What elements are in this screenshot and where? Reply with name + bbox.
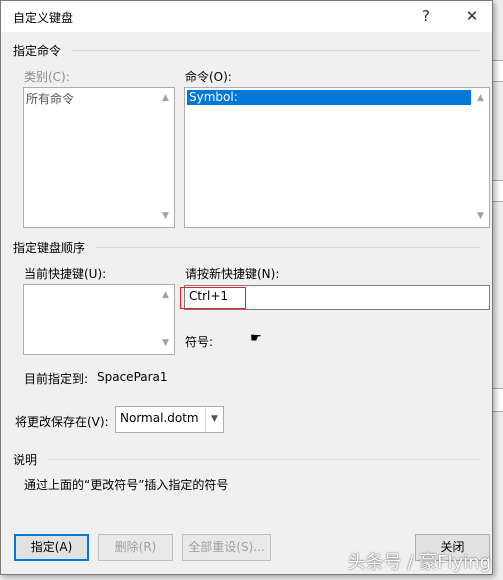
scroll-down-icon[interactable]: ▼ bbox=[157, 208, 174, 225]
background-field bbox=[492, 180, 503, 202]
description-text: 通过上面的“更改符号”插入指定的符号 bbox=[24, 478, 229, 492]
assign-button[interactable]: 指定(A) bbox=[14, 534, 89, 561]
group-divider bbox=[71, 50, 481, 51]
title-bar: 自定义键盘 ? ✕ bbox=[1, 1, 492, 32]
background-field bbox=[492, 60, 503, 82]
close-icon[interactable]: ✕ bbox=[457, 5, 487, 27]
save-in-select[interactable]: Normal.dotm ▼ bbox=[115, 406, 224, 433]
customize-keyboard-dialog: 自定义键盘 ? ✕ 指定命令 类别(C): 所有命令 ▲ ▼ 命令(O): Sy… bbox=[0, 0, 493, 575]
background-field bbox=[492, 388, 503, 412]
category-listbox[interactable]: 所有命令 ▲ ▼ bbox=[23, 87, 175, 228]
save-in-label: 将更改保存在(V): bbox=[15, 415, 109, 429]
command-group-title: 指定命令 bbox=[13, 44, 62, 58]
current-keys-label: 当前快捷键(U): bbox=[24, 267, 107, 281]
scroll-down-icon[interactable]: ▼ bbox=[472, 208, 489, 225]
scroll-up-icon[interactable]: ▲ bbox=[472, 90, 489, 107]
scroll-up-icon[interactable]: ▲ bbox=[157, 90, 174, 107]
list-item-selected[interactable]: Symbol: bbox=[187, 90, 471, 105]
symbol-label: 符号: bbox=[185, 335, 214, 349]
category-scrollbar[interactable]: ▲ ▼ bbox=[157, 88, 174, 227]
highlight-box bbox=[180, 287, 246, 309]
category-label: 类别(C): bbox=[24, 70, 70, 84]
description-title: 说明 bbox=[13, 453, 38, 467]
list-item[interactable]: 所有命令 bbox=[26, 90, 74, 107]
help-button[interactable]: ? bbox=[411, 5, 441, 27]
scroll-down-icon[interactable]: ▼ bbox=[157, 335, 174, 352]
watermark: 头条号 / 豪Flying bbox=[347, 552, 491, 573]
save-in-value: Normal.dotm bbox=[120, 411, 199, 425]
command-label: 命令(O): bbox=[185, 70, 232, 84]
currently-assigned-value: SpacePara1 bbox=[97, 370, 168, 384]
chevron-down-icon[interactable]: ▼ bbox=[205, 407, 223, 432]
command-scrollbar[interactable]: ▲ ▼ bbox=[472, 88, 489, 227]
current-keys-listbox[interactable]: ▲ ▼ bbox=[23, 284, 175, 355]
scroll-up-icon[interactable]: ▲ bbox=[157, 287, 174, 304]
remove-button[interactable]: 删除(R) bbox=[98, 534, 173, 561]
currently-assigned-label: 目前指定到: bbox=[24, 372, 89, 386]
keyboard-group-title: 指定键盘顺序 bbox=[13, 241, 86, 255]
pointing-hand-icon: ☛ bbox=[250, 331, 262, 346]
dialog-title: 自定义键盘 bbox=[13, 11, 74, 25]
current-keys-scrollbar[interactable]: ▲ ▼ bbox=[157, 285, 174, 354]
new-key-label: 请按新快捷键(N): bbox=[185, 267, 280, 281]
command-listbox[interactable]: Symbol: ▲ ▼ bbox=[184, 87, 490, 228]
reset-all-button[interactable]: 全部重设(S)... bbox=[182, 534, 271, 561]
group-divider bbox=[95, 247, 481, 248]
group-divider bbox=[47, 459, 481, 460]
